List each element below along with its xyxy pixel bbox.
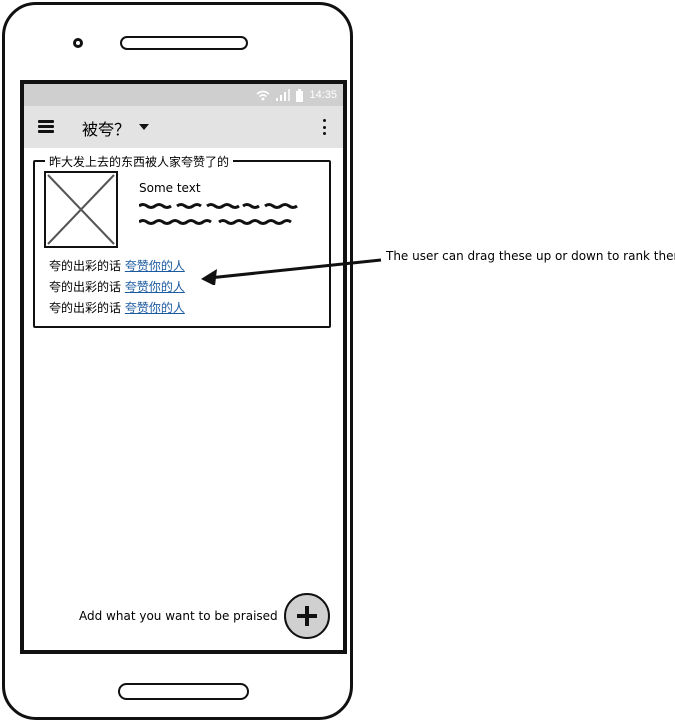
phone-screen: 14:35 被夸？ 昨大发上去的东西被人家夸赞了的 Some text 夸的出彩… bbox=[20, 80, 347, 654]
app-bar-title[interactable]: 被夸？ bbox=[82, 116, 130, 140]
signal-icon bbox=[276, 89, 291, 101]
camera-icon bbox=[73, 38, 83, 48]
add-button[interactable] bbox=[284, 593, 330, 639]
home-button[interactable] bbox=[118, 683, 249, 700]
annotation-arrow bbox=[201, 258, 382, 285]
praise-text: 夸的出彩的话 bbox=[49, 259, 122, 273]
praiser-link[interactable]: 夸赞你的人 bbox=[125, 259, 185, 273]
phone-frame: 14:35 被夸？ 昨大发上去的东西被人家夸赞了的 Some text 夸的出彩… bbox=[2, 2, 353, 720]
more-vert-icon[interactable] bbox=[323, 119, 327, 135]
status-icons: 14:35 bbox=[256, 87, 337, 103]
praiser-link[interactable]: 夸赞你的人 bbox=[125, 280, 185, 294]
placeholder-text-scribble bbox=[139, 203, 298, 225]
praiser-link[interactable]: 夸赞你的人 bbox=[125, 301, 185, 315]
list-item[interactable]: 夸的出彩的话 夸赞你的人 bbox=[49, 256, 185, 277]
annotation-note: The user can drag these up or down to ra… bbox=[386, 249, 675, 263]
add-prompt-label: Add what you want to be praised bbox=[79, 609, 278, 623]
card-heading: Some text bbox=[139, 181, 201, 195]
draggable-praise-list: 夸的出彩的话 夸赞你的人 夸的出彩的话 夸赞你的人 夸的出彩的话 夸赞你的人 bbox=[49, 256, 185, 319]
status-bar: 14:35 bbox=[24, 84, 343, 106]
praised-post-card: 昨大发上去的东西被人家夸赞了的 Some text 夸的出彩的话 夸赞你的人 夸… bbox=[33, 153, 331, 328]
chevron-down-icon[interactable] bbox=[139, 124, 149, 130]
image-placeholder-icon bbox=[44, 171, 118, 248]
app-bar: 被夸？ bbox=[24, 106, 343, 148]
battery-icon bbox=[296, 88, 304, 102]
praise-text: 夸的出彩的话 bbox=[49, 301, 122, 315]
status-time: 14:35 bbox=[309, 89, 337, 101]
wifi-icon bbox=[256, 90, 270, 100]
speaker-grille bbox=[120, 36, 248, 50]
list-item[interactable]: 夸的出彩的话 夸赞你的人 bbox=[49, 298, 185, 319]
hamburger-icon[interactable] bbox=[38, 120, 54, 134]
card-legend: 昨大发上去的东西被人家夸赞了的 bbox=[45, 153, 234, 170]
list-item[interactable]: 夸的出彩的话 夸赞你的人 bbox=[49, 277, 185, 298]
praise-text: 夸的出彩的话 bbox=[49, 280, 122, 294]
